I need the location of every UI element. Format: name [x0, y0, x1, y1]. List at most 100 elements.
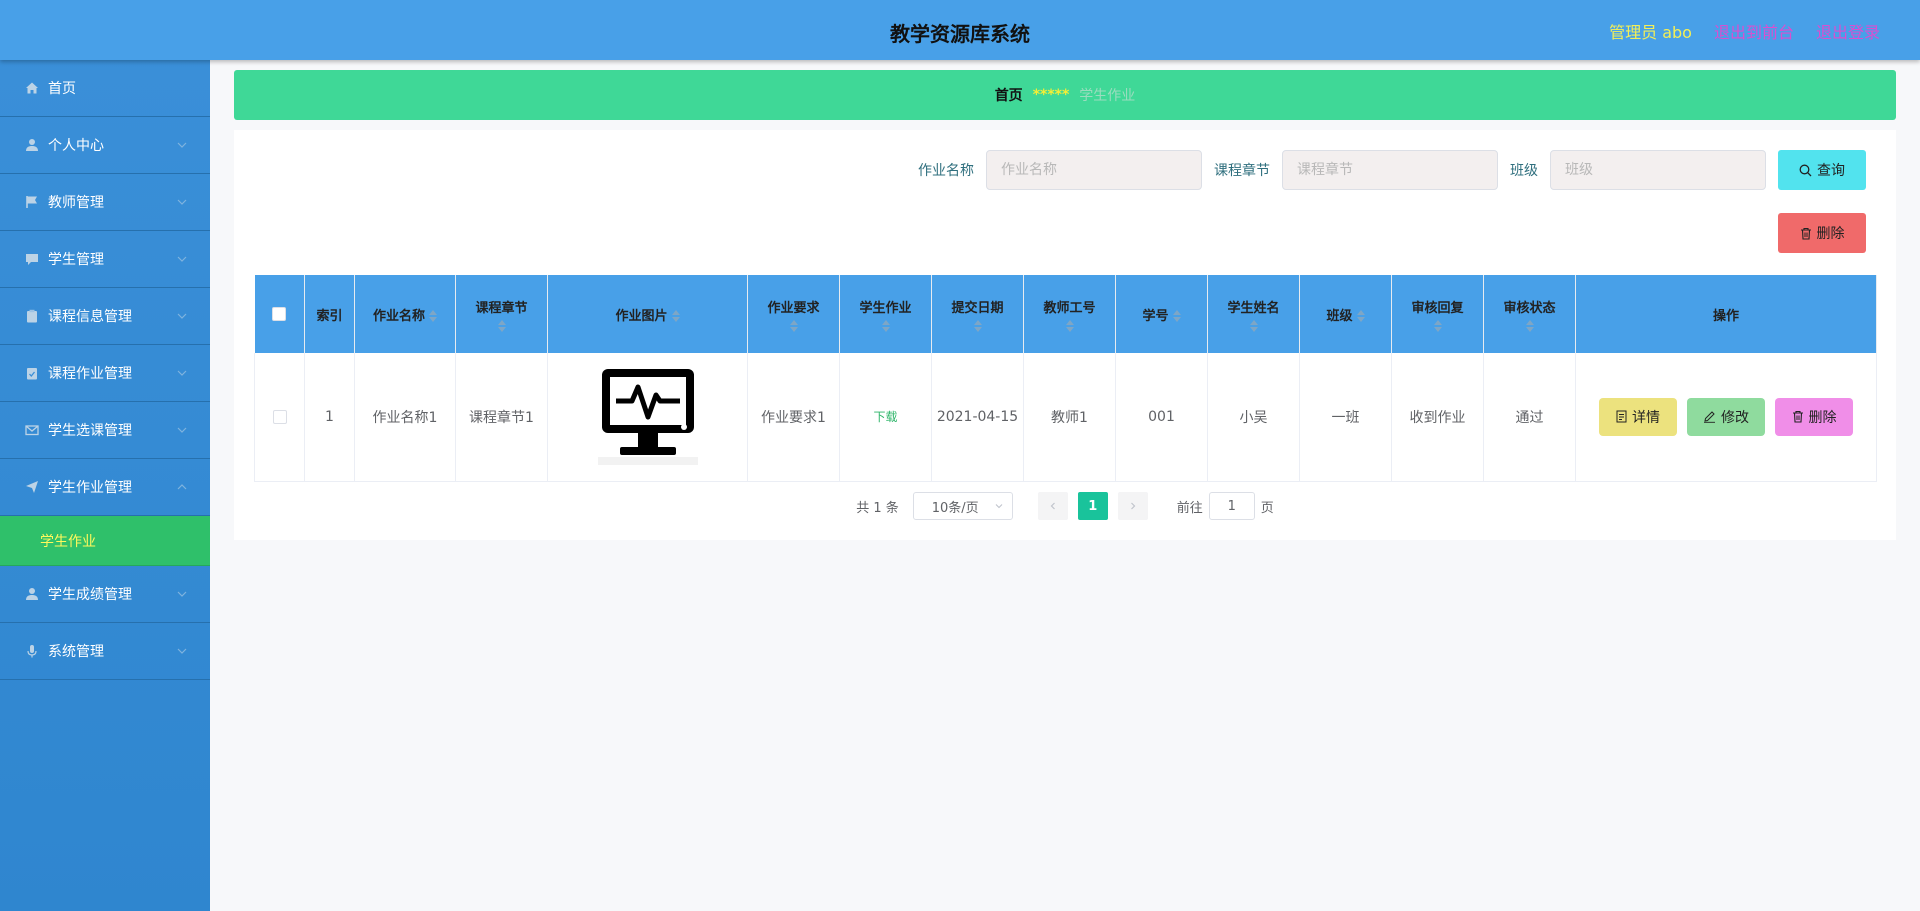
chevron-right-icon [1130, 502, 1136, 510]
sidebar-item-course-selection-management[interactable]: 学生选课管理 [0, 402, 210, 459]
goto-page-input[interactable] [1208, 492, 1255, 520]
home-icon [24, 80, 40, 96]
column-header-submit-date[interactable]: 提交日期 [931, 275, 1024, 353]
logout-link[interactable]: 退出登录 [1816, 19, 1880, 43]
sidebar-item-course-homework-management[interactable]: 课程作业管理 [0, 345, 210, 402]
user-icon [24, 137, 40, 153]
sidebar-item-personal-center[interactable]: 个人中心 [0, 117, 210, 174]
next-page-button[interactable] [1117, 492, 1148, 520]
sort-caret-icon[interactable] [1356, 310, 1365, 322]
goto-unit: 页 [1260, 500, 1274, 516]
class-input[interactable] [1550, 150, 1766, 190]
row-actions: 详情 修改 删除 [1580, 397, 1872, 436]
sidebar-item-label: 学生作业管理 [48, 480, 132, 496]
sort-caret-icon[interactable] [497, 319, 506, 332]
back-to-front-link[interactable]: 退出到前台 [1714, 19, 1794, 43]
sort-caret-icon[interactable] [789, 319, 798, 332]
column-header-label: 作业图片 [615, 308, 668, 324]
chevron-down-icon [995, 504, 1003, 509]
page-size-select[interactable]: 10条/页 [912, 492, 1013, 520]
column-header-label: 作业要求 [767, 300, 820, 316]
cell-student-homework: 下载 [839, 353, 932, 482]
course-chapter-input[interactable] [1282, 150, 1498, 190]
cell-homework-image [547, 353, 748, 482]
table-row: 1 作业名称1 课程章节1 作业要求1 下载 2021-04-15 教师1 00… [254, 353, 1877, 482]
sort-caret-icon[interactable] [1065, 319, 1074, 332]
column-header-homework-image[interactable]: 作业图片 [547, 275, 748, 353]
download-link[interactable]: 下载 [873, 410, 897, 424]
chevron-up-icon [177, 484, 187, 490]
sidebar-item-course-info-management[interactable]: 课程信息管理 [0, 288, 210, 345]
column-header-review-status[interactable]: 审核状态 [1483, 275, 1576, 353]
row-checkbox[interactable] [272, 409, 287, 424]
page-number-current[interactable]: 1 [1077, 492, 1108, 520]
send-icon [24, 479, 40, 495]
flag-icon [24, 194, 40, 210]
column-header-label: 学生作业 [859, 300, 912, 316]
sidebar-item-student-homework-management[interactable]: 学生作业管理 [0, 459, 210, 516]
page-size-value: 10条/页 [931, 500, 979, 516]
column-header-course-chapter[interactable]: 课程章节 [455, 275, 548, 353]
sort-caret-icon[interactable] [973, 319, 982, 332]
batch-delete-button[interactable]: 删除 [1778, 213, 1866, 253]
sidebar-item-teacher-management[interactable]: 教师管理 [0, 174, 210, 231]
select-all-checkbox[interactable] [272, 307, 287, 321]
detail-button-label: 详情 [1632, 408, 1660, 425]
column-header-teacher-id[interactable]: 教师工号 [1023, 275, 1116, 353]
query-button-label: 查询 [1817, 162, 1845, 178]
sort-caret-icon[interactable] [671, 310, 680, 322]
column-header-student-homework[interactable]: 学生作业 [839, 275, 932, 353]
chevron-down-icon [177, 313, 187, 319]
delete-button[interactable]: 删除 [1775, 397, 1853, 436]
pagination: 共 1 条 10条/页 1 前往 页 [234, 492, 1896, 520]
sort-caret-icon[interactable] [1433, 319, 1442, 332]
sidebar-item-home[interactable]: 首页 [0, 60, 210, 117]
column-header-label: 作业名称 [372, 308, 425, 324]
cell-requirement: 作业要求1 [747, 353, 840, 482]
homework-name-input[interactable] [986, 150, 1202, 190]
chevron-down-icon [177, 142, 187, 148]
column-header-label: 审核状态 [1503, 300, 1556, 316]
cell-student-no: 001 [1115, 353, 1208, 482]
sort-caret-icon[interactable] [429, 310, 437, 322]
sidebar-item-student-management[interactable]: 学生管理 [0, 231, 210, 288]
trash-icon [1792, 411, 1803, 423]
course-chapter-label: 课程章节 [1214, 163, 1270, 179]
cell-class: 一班 [1299, 353, 1392, 482]
sort-caret-icon[interactable] [1525, 319, 1534, 332]
chevron-down-icon [177, 648, 187, 654]
sort-caret-icon[interactable] [1172, 310, 1181, 322]
sidebar-item-label: 学生管理 [48, 252, 104, 268]
column-header-student-name[interactable]: 学生姓名 [1207, 275, 1300, 353]
chevron-left-icon [1050, 502, 1055, 510]
monitor-icon[interactable] [597, 365, 698, 465]
sidebar-subitem-student-homework[interactable]: 学生作业 [0, 516, 210, 566]
chevron-down-icon [177, 591, 187, 597]
breadcrumb: 首页 ***** 学生作业 [234, 70, 1896, 120]
column-header-class[interactable]: 班级 [1299, 275, 1392, 353]
cell-teacher-id: 教师1 [1023, 353, 1116, 482]
mail-icon [24, 422, 40, 438]
column-header-student-no[interactable]: 学号 [1115, 275, 1208, 353]
breadcrumb-home[interactable]: 首页 [995, 85, 1023, 105]
sidebar-item-label: 首页 [48, 81, 76, 97]
column-header-requirement[interactable]: 作业要求 [747, 275, 840, 353]
sort-caret-icon[interactable] [1249, 319, 1258, 332]
pencil-icon [1704, 411, 1715, 423]
column-header-homework-name[interactable]: 作业名称 [354, 275, 456, 353]
sidebar-item-label: 个人中心 [48, 138, 104, 154]
column-header-review-reply[interactable]: 审核回复 [1391, 275, 1484, 353]
sort-caret-icon[interactable] [881, 319, 890, 332]
sidebar-item-system-management[interactable]: 系统管理 [0, 623, 210, 680]
detail-button[interactable]: 详情 [1599, 397, 1677, 436]
column-header-index: 索引 [304, 275, 355, 353]
homework-table: 索引 作业名称 课程章节 作业图片 作业要求 学生作业 提交日期 教师工号 学号… [254, 275, 1877, 482]
query-button[interactable]: 查询 [1778, 150, 1866, 190]
prev-page-button[interactable] [1037, 492, 1068, 520]
goto-page: 前往 页 [1177, 492, 1274, 520]
clipboard-icon [24, 308, 40, 324]
column-header-actions: 操作 [1575, 275, 1877, 353]
edit-button[interactable]: 修改 [1687, 397, 1765, 436]
cell-index: 1 [304, 353, 355, 482]
sidebar-item-student-score-management[interactable]: 学生成绩管理 [0, 566, 210, 623]
